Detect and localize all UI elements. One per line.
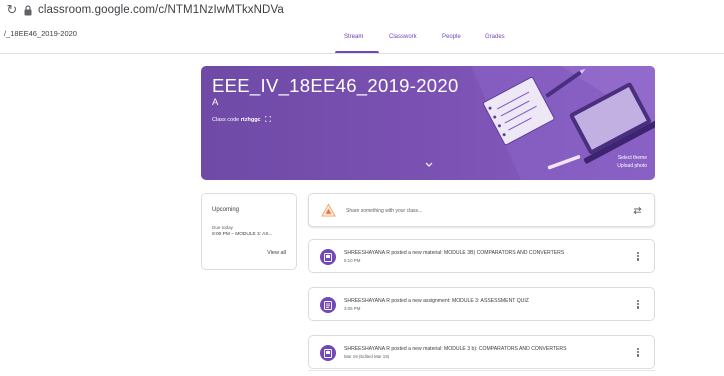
post-time: Mar 19 (Edited Mar 19) (344, 354, 390, 359)
fullscreen-icon[interactable] (265, 116, 272, 122)
upcoming-due-label: Due today (212, 225, 233, 230)
url-text[interactable]: classroom.google.com/c/NTM1NzIwMTkxNDVa (38, 4, 284, 16)
upcoming-card: Upcoming Due today 9:00 PM – MODULE 3: A… (201, 193, 297, 270)
lock-icon (24, 5, 32, 16)
post-title[interactable]: SHREESHAYANA R posted a new material: MO… (344, 250, 564, 256)
post-title[interactable]: SHREESHAYANA R posted a new material: MO… (344, 346, 567, 352)
tab-stream[interactable]: Stream (344, 34, 363, 40)
class-code-value: rtzhggc (240, 117, 261, 123)
browser-address-bar: ↻ classroom.google.com/c/NTM1NzIwMTkxNDV… (0, 0, 724, 22)
more-options-icon[interactable] (636, 347, 640, 359)
theme-links: Select theme Upload photo (617, 155, 647, 170)
class-section: A (212, 97, 219, 108)
post-title[interactable]: SHREESHAYANA R posted a new assignment: … (344, 298, 529, 304)
divider (308, 370, 655, 371)
class-title[interactable]: EEE_IV_18EE46_2019-2020 (212, 75, 459, 97)
class-code-label: Class code (212, 117, 240, 123)
assignment-icon (320, 297, 336, 313)
classroom-header: /_18EE46_2019-2020 Stream Classwork Peop… (0, 22, 724, 54)
tab-bar: Stream Classwork People Grades (0, 22, 724, 54)
class-code: Class code rtzhggc (212, 116, 272, 123)
post-time: 5:10 PM (344, 258, 361, 263)
tab-people[interactable]: People (442, 34, 461, 40)
post-time: 3:05 PM (344, 306, 361, 311)
material-icon (320, 249, 336, 265)
reload-icon[interactable]: ↻ (5, 2, 19, 18)
material-icon (320, 345, 336, 361)
tab-classwork[interactable]: Classwork (389, 34, 417, 40)
more-options-icon[interactable] (636, 251, 640, 263)
share-input[interactable]: Share something with your class... (346, 208, 422, 214)
avatar (321, 203, 336, 217)
share-box[interactable]: Share something with your class... (308, 193, 655, 227)
select-theme-link[interactable]: Select theme (617, 155, 647, 163)
view-all-link[interactable]: View all (267, 250, 286, 256)
class-banner: EEE_IV_18EE46_2019-2020 A Class code rtz… (201, 66, 655, 180)
stream-post[interactable]: SHREESHAYANA R posted a new material: MO… (308, 239, 655, 273)
stream-post[interactable]: SHREESHAYANA R posted a new material: MO… (308, 335, 655, 369)
upcoming-item[interactable]: 9:00 PM – MODULE 3: AS... (212, 232, 273, 237)
repost-icon[interactable] (632, 205, 643, 216)
tab-grades[interactable]: Grades (485, 34, 505, 40)
upload-photo-link[interactable]: Upload photo (617, 163, 647, 171)
chevron-down-icon[interactable] (425, 162, 433, 168)
more-options-icon[interactable] (636, 299, 640, 311)
stream-post[interactable]: SHREESHAYANA R posted a new assignment: … (308, 287, 655, 321)
upcoming-title: Upcoming (212, 207, 240, 213)
active-tab-indicator (335, 51, 379, 53)
